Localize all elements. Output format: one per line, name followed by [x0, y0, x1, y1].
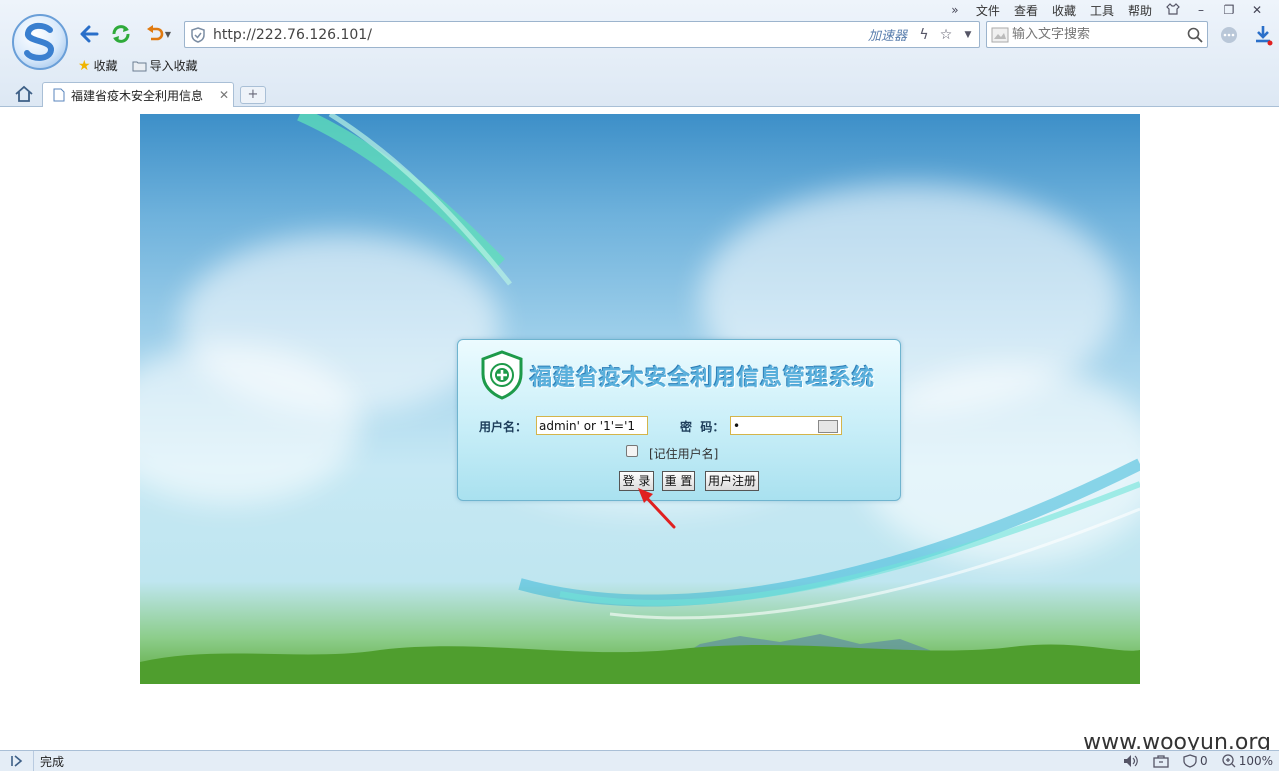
- browser-chrome: » 文件 查看 收藏 工具 帮助 – ❐ ✕ ▼ http://222.76.1…: [0, 0, 1279, 107]
- address-bar[interactable]: http://222.76.126.101/ 加速器 ϟ ☆ ▼: [184, 21, 980, 48]
- home-button[interactable]: [14, 85, 34, 103]
- speaker-icon[interactable]: [1123, 754, 1139, 768]
- chevron-down-icon[interactable]: ▼: [957, 30, 979, 40]
- new-tab-button[interactable]: +: [240, 86, 266, 104]
- star-icon: ★: [78, 57, 91, 74]
- close-window-button[interactable]: ✕: [1243, 3, 1271, 17]
- security-count[interactable]: 0: [1183, 754, 1208, 768]
- undo-icon: [146, 25, 164, 41]
- tab-strip: 福建省疫木安全利用信息 ✕ +: [0, 80, 1279, 107]
- favorites-item[interactable]: ★ 收藏: [78, 57, 118, 74]
- search-icon[interactable]: [1182, 22, 1207, 47]
- zoom-icon: [1222, 754, 1236, 768]
- chevron-down-icon: ▼: [164, 29, 172, 39]
- back-icon: [80, 25, 99, 43]
- refresh-button[interactable]: [110, 24, 132, 44]
- status-bar: 完成 0 100%: [0, 750, 1279, 771]
- import-favorites-item[interactable]: 导入收藏: [132, 57, 198, 74]
- download-icon: [1256, 26, 1273, 46]
- chevron-more-icon[interactable]: »: [941, 3, 969, 17]
- status-tools: 0 100%: [1123, 754, 1279, 768]
- keyboard-icon[interactable]: [818, 420, 838, 433]
- sidebar-toggle-button[interactable]: [0, 751, 34, 771]
- folder-icon: [132, 61, 147, 71]
- remember-label: [记住用户名]: [649, 447, 719, 461]
- shield-icon: [185, 22, 211, 47]
- back-button[interactable]: [78, 24, 100, 44]
- username-label: 用户名：: [479, 420, 528, 434]
- system-title: 福建省疫木安全利用信息管理系统: [530, 366, 876, 391]
- annotation-arrow-icon: [638, 488, 676, 529]
- address-url[interactable]: http://222.76.126.101/: [211, 27, 868, 43]
- search-input[interactable]: [1012, 27, 1182, 42]
- undo-close-button[interactable]: ▼: [142, 24, 174, 44]
- sogou-s-icon: [24, 22, 54, 61]
- sidebar-toggle-icon: [10, 755, 22, 767]
- skin-icon[interactable]: [1159, 2, 1187, 18]
- tab-title: 福建省疫木安全利用信息: [71, 88, 204, 103]
- download-button[interactable]: [1252, 24, 1274, 46]
- menu-favorites[interactable]: 收藏: [1045, 2, 1083, 19]
- import-favorites-label: 导入收藏: [149, 59, 198, 73]
- password-label: 密 码：: [680, 420, 725, 434]
- menu-file[interactable]: 文件: [969, 2, 1007, 19]
- accelerator-label[interactable]: 加速器: [868, 25, 907, 44]
- favorites-bar: ★ 收藏 导入收藏: [78, 57, 198, 74]
- home-icon: [15, 85, 33, 102]
- search-engine-icon[interactable]: [987, 22, 1012, 47]
- menu-view[interactable]: 查看: [1007, 2, 1045, 19]
- more-icon: [1221, 27, 1237, 43]
- lightning-icon[interactable]: ϟ: [913, 27, 935, 43]
- register-button[interactable]: 用户注册: [705, 471, 759, 491]
- page-icon: [53, 88, 65, 102]
- forestry-emblem-icon: [481, 350, 523, 400]
- refresh-icon: [112, 25, 130, 43]
- shield-icon: [1183, 754, 1197, 768]
- menu-help[interactable]: 帮助: [1121, 2, 1159, 19]
- minimize-button[interactable]: –: [1187, 3, 1215, 17]
- search-box[interactable]: [986, 21, 1208, 48]
- favorites-label: 收藏: [93, 59, 118, 73]
- login-panel: 福建省疫木安全利用信息管理系统 用户名： 密 码： [记住用户名] 登 录 重 …: [457, 339, 901, 501]
- browser-logo: [12, 14, 68, 70]
- restore-button[interactable]: ❐: [1215, 3, 1243, 17]
- menu-tools[interactable]: 工具: [1083, 2, 1121, 19]
- toolbox-icon[interactable]: [1153, 754, 1169, 768]
- username-field[interactable]: [536, 416, 648, 435]
- status-text: 完成: [40, 754, 65, 769]
- remember-checkbox[interactable]: [626, 445, 638, 457]
- security-count-value: 0: [1200, 754, 1208, 768]
- menu-bar: » 文件 查看 收藏 工具 帮助 – ❐ ✕: [941, 2, 1271, 18]
- tab-active[interactable]: 福建省疫木安全利用信息 ✕: [42, 82, 234, 107]
- zoom-level: 100%: [1238, 754, 1273, 768]
- close-icon[interactable]: ✕: [215, 88, 233, 102]
- more-tools-button[interactable]: [1218, 24, 1240, 46]
- star-icon[interactable]: ☆: [935, 27, 957, 43]
- zoom-control[interactable]: 100%: [1222, 754, 1273, 768]
